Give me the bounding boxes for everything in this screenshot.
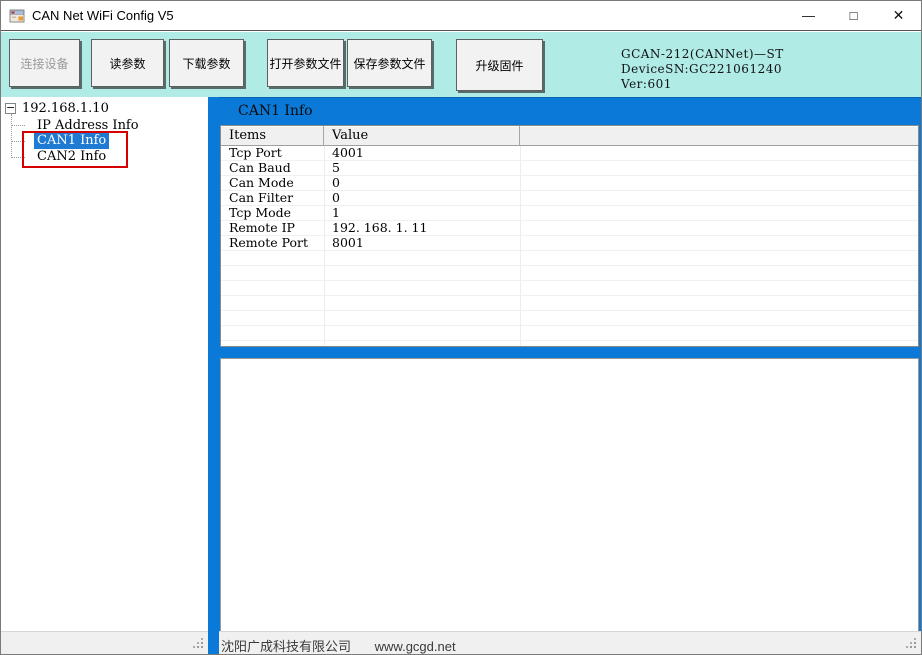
tree-connector-stub	[11, 157, 25, 158]
panel-title: CAN1 Info	[238, 103, 313, 119]
device-version: Ver:601	[621, 77, 784, 92]
row-item: Remote IP	[229, 221, 295, 235]
maximize-button[interactable]: □	[831, 1, 876, 30]
window-title: CAN Net WiFi Config V5	[32, 8, 174, 23]
device-serial: DeviceSN:GC221061240	[621, 62, 784, 77]
row-value: 5	[332, 161, 340, 175]
row-item: Tcp Mode	[229, 206, 291, 220]
column-header-value[interactable]: Value	[324, 126, 520, 145]
tree-connector-stub	[11, 141, 25, 142]
empty-table-row	[221, 296, 918, 311]
panel-divider-strip	[208, 97, 219, 655]
tree-connector-line	[11, 114, 12, 158]
save-params-file-button[interactable]: 保存参数文件	[347, 39, 432, 87]
tree-root-label[interactable]: 192.168.1.10	[22, 101, 109, 116]
minimize-button[interactable]: —	[786, 1, 831, 30]
row-value: 192. 168. 1. 11	[332, 221, 427, 235]
table-row[interactable]: Tcp Port 4001	[221, 146, 918, 161]
status-bar: 沈阳广成科技有限公司 www.gcgd.net	[1, 631, 921, 654]
empty-table-row	[221, 326, 918, 341]
column-header-items[interactable]: Items	[221, 126, 324, 145]
log-panel	[219, 349, 922, 633]
status-text: 沈阳广成科技有限公司 www.gcgd.net	[221, 636, 456, 655]
row-value: 0	[332, 176, 340, 190]
open-params-file-button[interactable]: 打开参数文件	[267, 39, 344, 87]
tree-connector-stub	[11, 125, 25, 126]
table-row[interactable]: Remote Port 8001	[221, 236, 918, 251]
resize-grip-icon[interactable]	[193, 638, 204, 649]
resize-grip-icon[interactable]	[906, 638, 917, 649]
window-controls: — □ ✕	[786, 1, 921, 30]
download-params-button[interactable]: 下载参数	[169, 39, 244, 87]
close-button[interactable]: ✕	[876, 1, 921, 30]
row-item: Can Mode	[229, 176, 294, 190]
app-icon	[9, 8, 25, 24]
row-value: 0	[332, 191, 340, 205]
row-value: 1	[332, 206, 340, 220]
empty-table-row	[221, 281, 918, 296]
empty-table-row	[221, 311, 918, 326]
tree-collapse-icon[interactable]: −	[5, 103, 16, 114]
tree-item-can1-info[interactable]: CAN1 Info	[34, 133, 109, 149]
params-table: Items Value Tcp Port 4001 Can Baud 5	[220, 125, 919, 347]
table-row[interactable]: Can Filter 0	[221, 191, 918, 206]
table-header-row: Items Value	[221, 126, 918, 146]
row-value: 4001	[332, 146, 364, 160]
row-value: 8001	[332, 236, 364, 250]
read-params-button[interactable]: 读参数	[91, 39, 164, 87]
table-row[interactable]: Remote IP 192. 168. 1. 11	[221, 221, 918, 236]
table-row[interactable]: Can Baud 5	[221, 161, 918, 176]
table-row[interactable]: Tcp Mode 1	[221, 206, 918, 221]
connect-device-button[interactable]: 连接设备	[9, 39, 80, 87]
app-window: CAN Net WiFi Config V5 — □ ✕ 连接设备 读参数 下载…	[0, 0, 922, 655]
empty-table-row	[221, 266, 918, 281]
tree-item-ip-address-info[interactable]: IP Address Info	[34, 118, 142, 134]
table-body: Tcp Port 4001 Can Baud 5 Can Mode 0 Can …	[221, 146, 918, 346]
can1-info-panel: CAN1 Info Items Value Tcp Port 4001 Can …	[219, 97, 922, 349]
row-item: Tcp Port	[229, 146, 282, 160]
tree-item-can2-info[interactable]: CAN2 Info	[34, 149, 109, 165]
row-item: Can Filter	[229, 191, 293, 205]
row-item: Remote Port	[229, 236, 308, 250]
main-area: − 192.168.1.10 IP Address Info CAN1 Info…	[1, 97, 921, 631]
device-tree: − 192.168.1.10 IP Address Info CAN1 Info…	[1, 97, 208, 631]
log-panel-content	[220, 358, 919, 632]
empty-table-row	[221, 251, 918, 266]
website-link[interactable]: www.gcgd.net	[375, 639, 456, 654]
row-item: Can Baud	[229, 161, 291, 175]
company-name: 沈阳广成科技有限公司	[221, 639, 351, 654]
upgrade-firmware-button[interactable]: 升级固件	[456, 39, 543, 91]
toolbar: 连接设备 读参数 下载参数 打开参数文件 保存参数文件 升级固件 GCAN-21…	[1, 32, 921, 97]
table-row[interactable]: Can Mode 0	[221, 176, 918, 191]
column-header-empty	[520, 126, 918, 145]
title-bar: CAN Net WiFi Config V5 — □ ✕	[1, 1, 921, 31]
device-info: GCAN-212(CANNet)—ST DeviceSN:GC221061240…	[621, 47, 784, 92]
device-model: GCAN-212(CANNet)—ST	[621, 47, 784, 62]
